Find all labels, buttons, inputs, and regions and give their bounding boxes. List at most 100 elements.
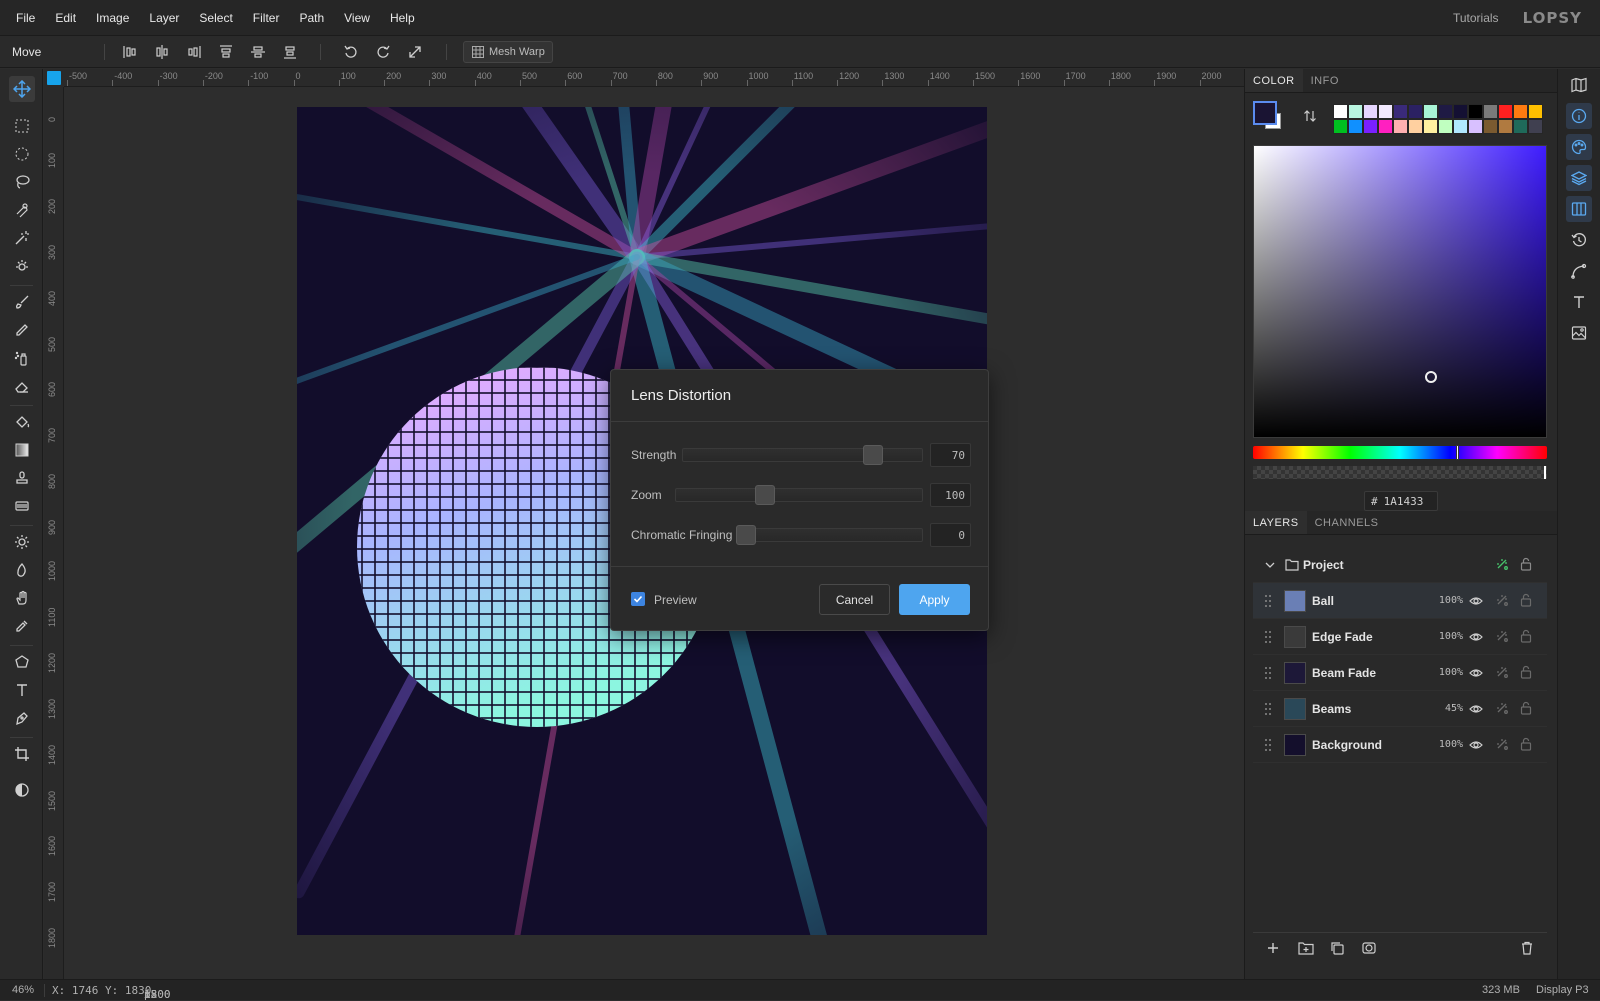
fx-icon[interactable] [1495,737,1509,751]
hand-icon[interactable] [9,585,35,611]
move-tool-icon[interactable] [9,76,35,102]
strength-slider-thumb[interactable] [863,445,884,465]
paths-icon[interactable] [1566,258,1592,284]
color-swatch[interactable] [1483,119,1498,134]
tab-info[interactable]: INFO [1303,69,1347,92]
crop-icon[interactable] [9,741,35,767]
align-vcenter-icon[interactable] [248,42,268,62]
saturation-value-picker[interactable] [1253,145,1547,438]
channels-icon[interactable] [1566,196,1592,222]
active-color-chip[interactable] [47,71,61,85]
color-swatch[interactable] [1423,119,1438,134]
character-icon[interactable] [1566,289,1592,315]
color-swatch[interactable] [1513,119,1528,134]
drag-handle-icon[interactable] [1264,702,1272,716]
chromatic-fringing-slider-thumb[interactable] [736,525,756,545]
layer-opacity[interactable]: 100% [1439,595,1463,606]
expand-icon[interactable] [405,42,425,62]
paint-bucket-icon[interactable] [9,409,35,435]
preview-checkbox[interactable] [631,592,645,606]
swap-colors-icon[interactable] [1303,109,1317,123]
menu-filter[interactable]: Filter [243,11,290,25]
fx-icon[interactable] [1495,701,1509,715]
menu-view[interactable]: View [334,11,380,25]
lock-icon[interactable] [1520,593,1532,607]
fx-icon[interactable] [1495,665,1509,679]
layer-row[interactable]: Ball 100% [1253,583,1547,619]
menu-select[interactable]: Select [189,11,242,25]
history-icon[interactable] [1566,227,1592,253]
layer-name[interactable]: Edge Fade [1312,630,1373,644]
layer-mask-icon[interactable] [1362,941,1376,955]
align-right-icon[interactable] [184,42,204,62]
cancel-button[interactable]: Cancel [819,584,890,615]
magic-wand-icon[interactable] [9,225,35,251]
alpha-slider-thumb[interactable] [1544,466,1546,479]
color-swatch[interactable] [1408,104,1423,119]
pen-tool-icon[interactable] [9,705,35,731]
tab-layers[interactable]: LAYERS [1245,511,1307,534]
eye-icon[interactable] [1469,702,1483,716]
menu-image[interactable]: Image [86,11,139,25]
color-swatch[interactable] [1438,119,1453,134]
color-swatch[interactable] [1498,104,1513,119]
color-swatch[interactable] [1393,104,1408,119]
drag-handle-icon[interactable] [1264,666,1272,680]
tutorials-link[interactable]: Tutorials [1453,11,1499,25]
color-swatch[interactable] [1453,119,1468,134]
color-swatch[interactable] [1408,119,1423,134]
drag-handle-icon[interactable] [1264,594,1272,608]
eye-icon[interactable] [1469,594,1483,608]
color-swatch[interactable] [1528,119,1543,134]
image-adjust-icon[interactable] [1566,320,1592,346]
map-icon[interactable] [1566,72,1592,98]
menu-edit[interactable]: Edit [45,11,86,25]
color-swatch[interactable] [1438,104,1453,119]
color-swatch[interactable] [1348,119,1363,134]
color-swatch[interactable] [1453,104,1468,119]
layer-opacity[interactable]: 100% [1439,739,1463,750]
color-swatch[interactable] [1393,119,1408,134]
layer-row[interactable]: Edge Fade 100% [1253,619,1547,655]
add-folder-icon[interactable] [1298,941,1314,955]
picker-cursor[interactable] [1425,371,1437,383]
text-tool-icon[interactable] [9,677,35,703]
apply-button[interactable]: Apply [899,584,970,615]
stamp-icon[interactable] [9,465,35,491]
color-swatch[interactable] [1468,104,1483,119]
contrast-icon[interactable] [9,777,35,803]
color-swatch[interactable] [1333,104,1348,119]
fx-icon[interactable] [1495,557,1509,571]
alpha-slider[interactable] [1253,466,1547,479]
eye-icon[interactable] [1469,738,1483,752]
color-swatch[interactable] [1498,119,1513,134]
pencil-icon[interactable] [9,317,35,343]
align-hcenter-icon[interactable] [152,42,172,62]
preview-label[interactable]: Preview [654,593,697,607]
fx-icon[interactable] [1495,593,1509,607]
strength-slider-track[interactable] [682,448,923,462]
color-swatch[interactable] [1363,119,1378,134]
dodge-icon[interactable] [9,529,35,555]
menu-help[interactable]: Help [380,11,425,25]
palette-icon[interactable] [1566,134,1592,160]
hue-slider-thumb[interactable] [1456,445,1459,460]
rotate-right-icon[interactable] [373,42,393,62]
foreground-color-swatch[interactable] [1253,101,1277,125]
eye-icon[interactable] [1469,630,1483,644]
ellipse-select-icon[interactable] [9,141,35,167]
color-swatch[interactable] [1528,104,1543,119]
info-icon[interactable] [1566,103,1592,129]
chromatic-fringing-slider-track[interactable] [736,528,923,542]
rect-select-icon[interactable] [9,113,35,139]
color-swatch[interactable] [1363,104,1378,119]
hex-input[interactable]: # 1A1433 [1364,491,1438,511]
mesh-warp-button[interactable]: Mesh Warp [463,41,553,63]
blur-icon[interactable] [9,557,35,583]
vertical-ruler[interactable]: 0 100 200 300 400 500 600 700 800 900 1000 1100 1200… [44,87,64,979]
spray-icon[interactable] [9,345,35,371]
layer-name[interactable]: Beams [1312,702,1351,716]
layer-group-row[interactable]: Project [1253,547,1547,583]
eyedropper-icon[interactable] [9,613,35,639]
color-swatch[interactable] [1378,104,1393,119]
